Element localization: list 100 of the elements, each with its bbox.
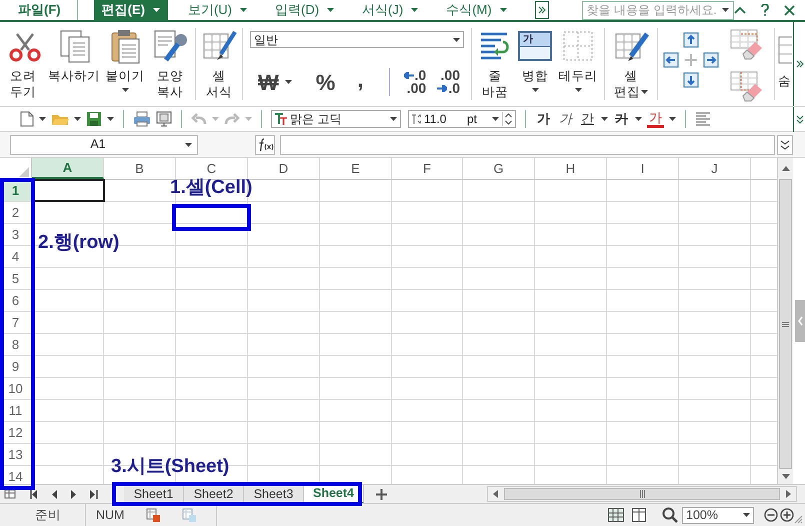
strikethrough-button[interactable]: 가 [613,109,630,129]
num-lock-indicator: NUM [96,506,126,524]
function-icon[interactable] [255,134,275,154]
align-left-icon[interactable] [695,112,711,126]
underline-button[interactable]: 간 [579,109,596,129]
expand-icon[interactable] [777,134,793,154]
formula-input[interactable] [280,134,775,154]
record-macro-icon[interactable] [146,508,160,522]
table-icon [778,36,792,64]
caret-icon[interactable] [39,117,46,121]
up-arrow-icon[interactable] [782,166,790,171]
zoom-out-icon[interactable] [764,508,778,522]
search-icon[interactable] [662,507,678,523]
italic-button[interactable]: 가 [557,109,574,129]
paste-button[interactable]: 붙이기 [102,22,148,106]
insert-right-icon[interactable] [703,52,719,68]
menu-tab[interactable]: 보기(U) [180,0,255,20]
copy-button[interactable]: 복사하기 [46,22,102,106]
grip-icon [640,490,644,498]
caret-icon[interactable] [635,117,642,121]
caret-icon [722,8,729,12]
font-dropdown[interactable]: 맑은 고딕 [271,110,401,128]
expand-icon[interactable] [796,60,804,68]
column-header[interactable]: A [32,158,104,179]
caret-icon [743,513,750,517]
save-icon[interactable] [86,111,102,127]
name-box[interactable]: A1 [10,134,198,154]
merge-cells-icon: 가 [518,31,552,61]
currency-button[interactable]: ₩ [258,66,292,98]
caret-icon[interactable] [107,117,114,121]
caret-icon [390,117,397,121]
caret-icon[interactable] [601,117,608,121]
last-sheet-icon[interactable] [90,490,98,498]
menu-tab[interactable]: 수식(M) [438,0,515,20]
plus-icon [685,54,697,66]
eraser-icon[interactable] [729,70,765,102]
printer-icon[interactable] [133,111,151,127]
zoom-dropdown[interactable]: 100% [682,506,754,524]
annotation-label: 2.행(row) [38,231,120,255]
left-arrow-icon[interactable] [493,490,498,498]
caret-icon [185,142,192,146]
hide-button[interactable]: 숨 [778,72,791,91]
menu-tab[interactable]: 입력(D) [267,0,342,20]
comma-button[interactable]: , [357,62,364,102]
right-arrow-icon[interactable] [786,490,791,498]
left-arrow-icon [404,72,414,79]
increase-decimal-button[interactable]: .0 .00 [396,69,426,95]
help-icon[interactable] [760,4,770,16]
merge-button[interactable]: 가 병합 [515,22,555,106]
first-sheet-icon[interactable] [30,490,38,498]
menu-tab[interactable]: 파일(F) [10,0,78,20]
percent-button[interactable]: % [316,66,336,98]
caret-icon[interactable] [74,117,81,121]
active-cell[interactable] [32,180,104,201]
font-color-button[interactable]: 가 [647,110,664,128]
horizontal-scrollbar[interactable] [487,486,797,502]
menu-tab[interactable]: 서식(J) [354,0,426,20]
format-painter-button[interactable]: 모양 복사 [148,22,192,106]
insert-up-icon[interactable] [683,32,699,48]
search-field[interactable]: 찾을 내용을 입력하세요. [582,0,734,20]
caret-icon [492,117,499,121]
paintbrush-icon [152,28,188,64]
font-size-field[interactable]: 11.0 pt [408,110,516,128]
add-sheet-icon[interactable] [376,488,387,500]
bold-button[interactable]: 가 [535,109,552,129]
close-icon[interactable] [784,4,795,16]
format-cells-button[interactable]: 셀 서식 [199,22,239,106]
eraser-icon[interactable] [729,28,765,60]
down-arrow-icon[interactable] [782,474,790,479]
monitor-icon[interactable] [156,111,172,127]
caret-icon[interactable] [669,117,676,121]
previous-sheet-icon[interactable] [52,490,57,498]
number-format-dropdown[interactable]: 일반 [250,31,464,48]
font-icon [275,113,287,125]
spinner-icon [502,112,513,126]
page-layout-icon[interactable] [632,508,646,522]
expand-icon[interactable] [796,114,804,124]
annotation-label: 1.셀(Cell) [170,176,252,200]
caret-icon [453,38,460,42]
vertical-scrollbar[interactable] [777,158,793,484]
insert-left-icon[interactable] [663,52,679,68]
side-panel-handle-icon[interactable] [793,300,805,342]
cut-button[interactable]: 오려 두기 [0,22,46,106]
insert-down-icon[interactable] [683,72,699,88]
sheet-icon[interactable] [4,489,16,499]
expand-icon[interactable] [534,1,549,19]
edit-cells-button[interactable]: 셀 편집 [608,22,654,106]
right-arrow-icon [437,85,448,92]
new-document-icon[interactable] [20,111,34,127]
caret-icon [284,80,292,84]
collapse-icon[interactable] [734,6,746,14]
menu-tab[interactable]: 편집(E) [94,0,168,20]
wrap-text-button[interactable]: 줄 바꿈 [475,22,515,106]
next-sheet-icon[interactable] [71,490,76,498]
grip-icon [782,322,789,326]
zoom-in-icon[interactable] [780,508,794,522]
resize-grip-icon[interactable] [794,515,803,524]
decrease-decimal-button[interactable]: .00 .0 [430,69,460,95]
normal-view-icon[interactable] [608,508,624,522]
borders-button[interactable]: 테두리 [555,22,601,106]
